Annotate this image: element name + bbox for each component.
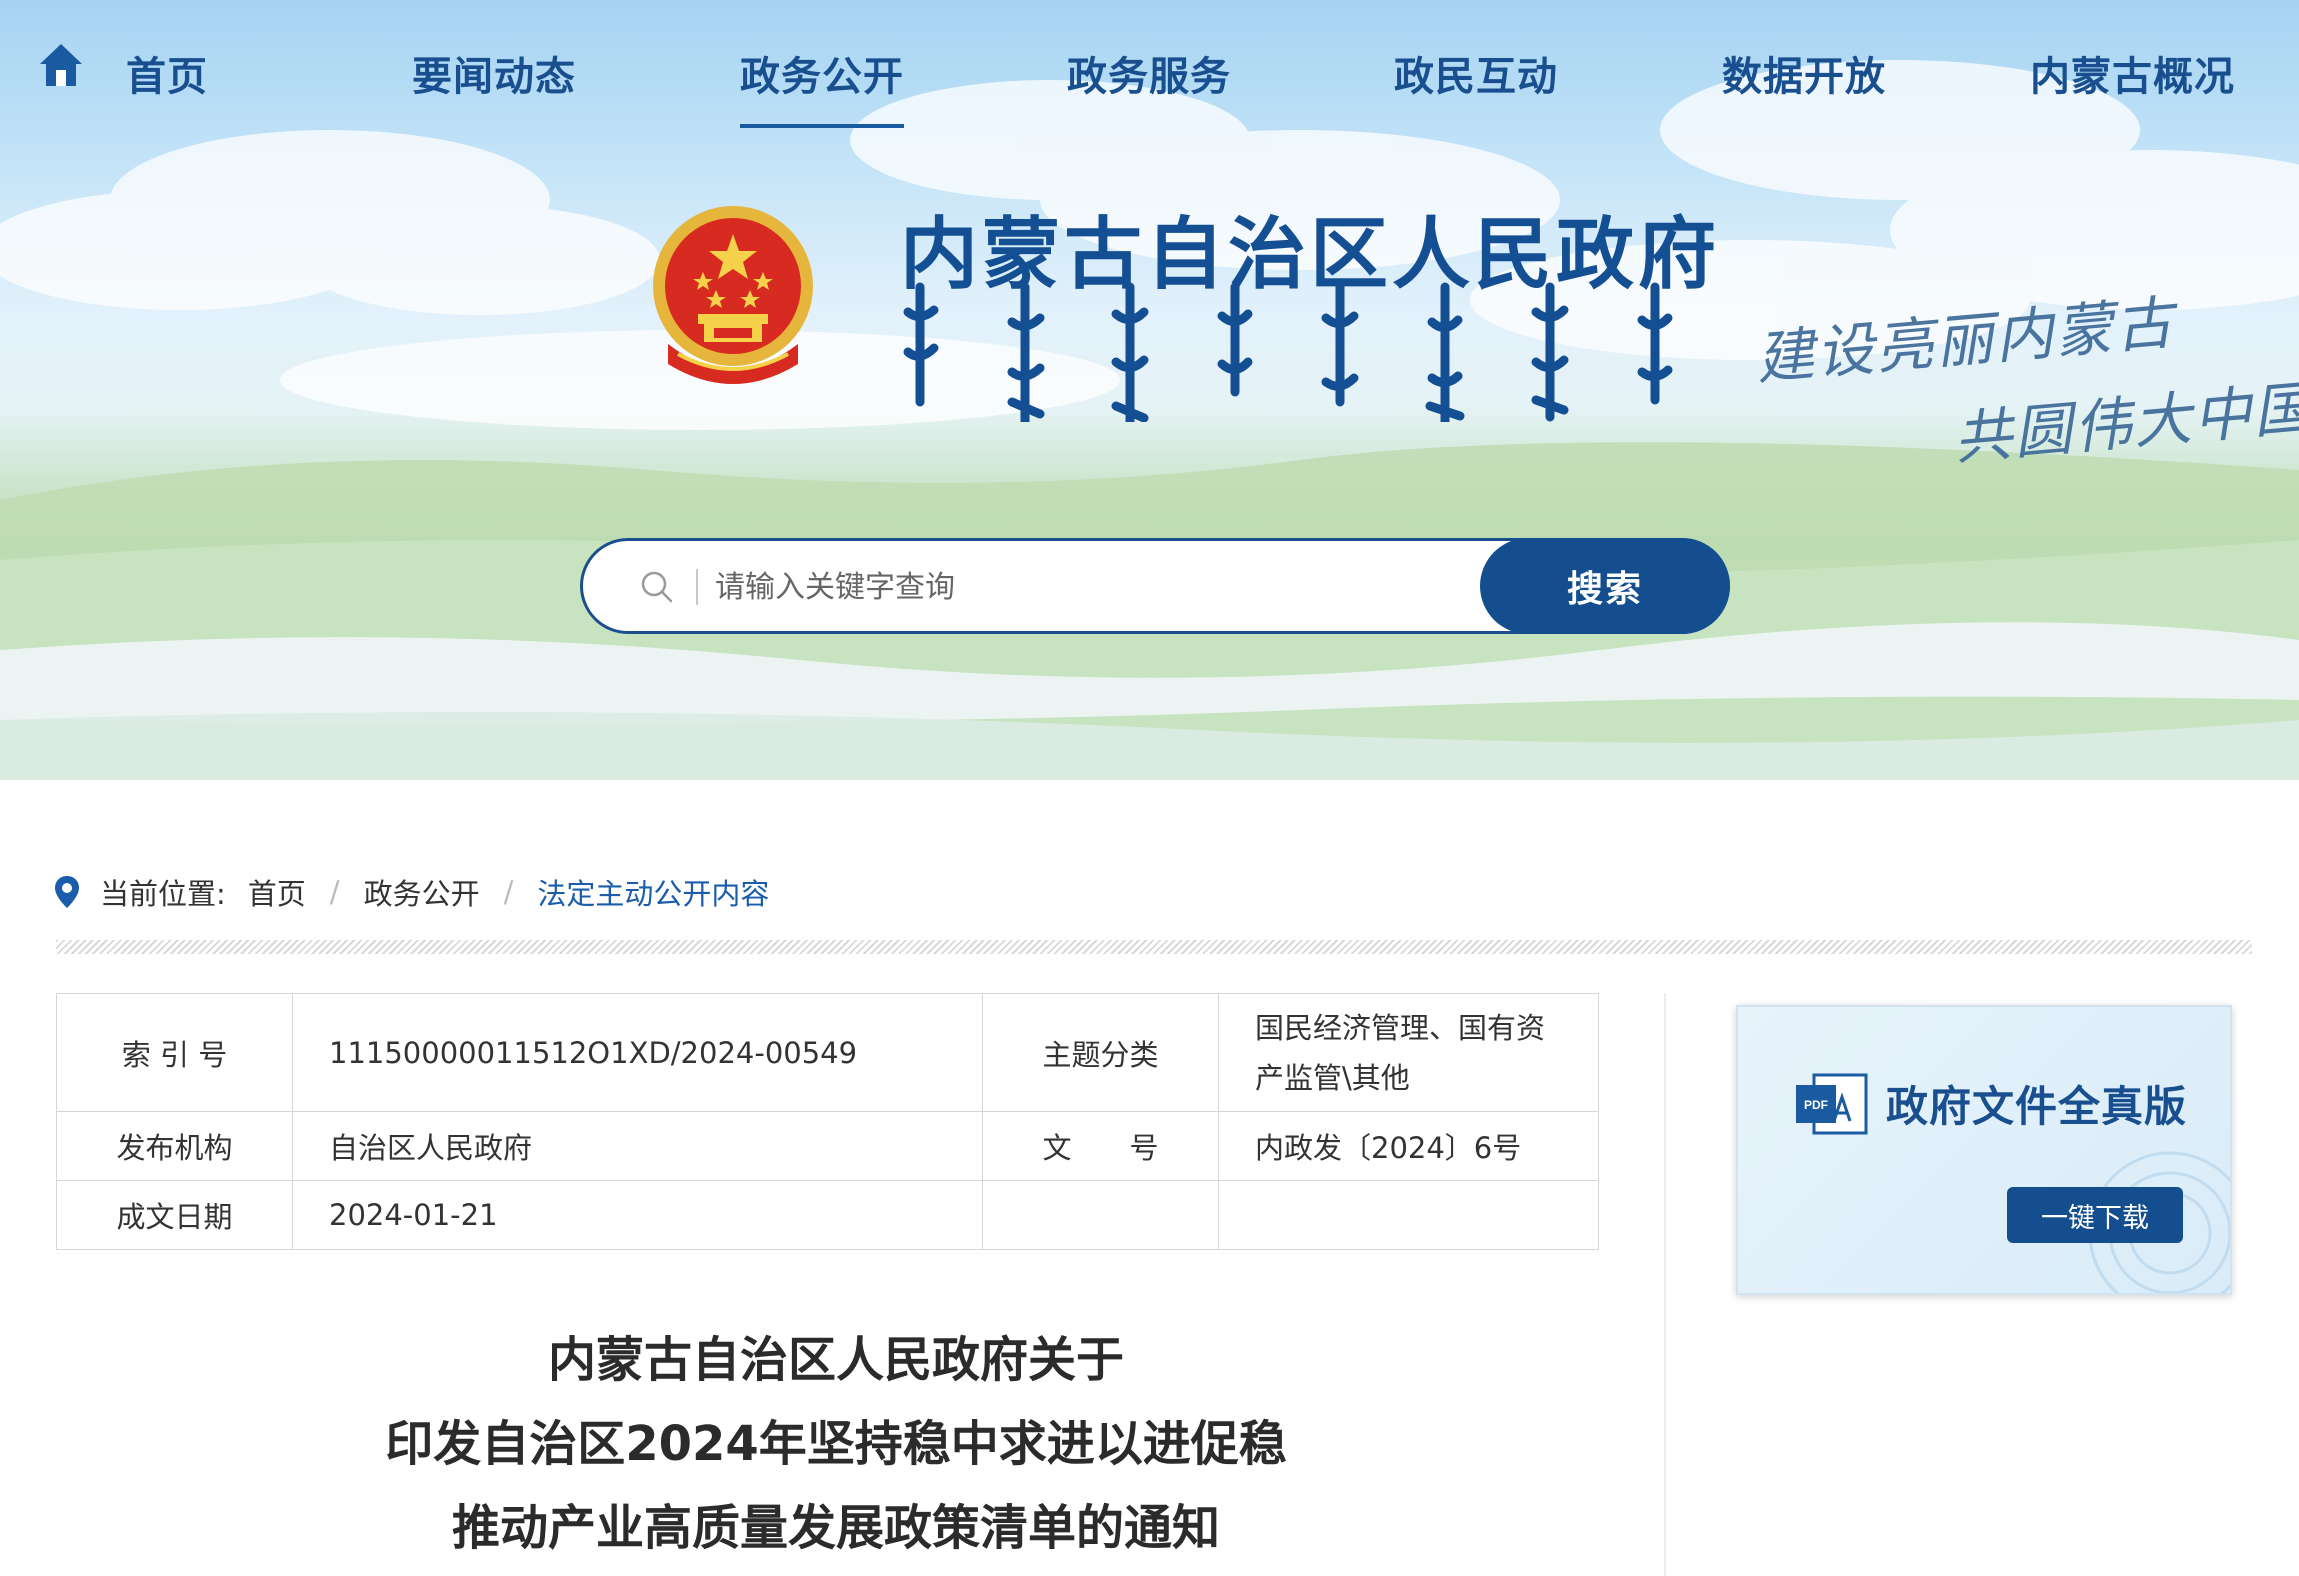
national-emblem-icon	[653, 206, 813, 384]
nav-item-gov-affairs[interactable]: 政务公开	[740, 44, 904, 134]
search-separator	[696, 569, 698, 605]
document-metadata-table: 索 引 号 11150000011512O1XD/2024-00549 主题分类…	[56, 993, 1599, 1250]
breadcrumb-current[interactable]: 法定主动公开内容	[537, 871, 769, 913]
main-nav: 首页 要闻动态 政务公开 政务服务 政民互动 数据开放 内蒙古概况	[0, 44, 2299, 144]
pdf-icon-label: PDF	[1804, 1098, 1828, 1112]
meta-docno-label: 文 号	[982, 1111, 1219, 1181]
meta-index-value: 11150000011512O1XD/2024-00549	[292, 993, 983, 1112]
meta-index-label: 索 引 号	[56, 993, 293, 1112]
nav-item-home[interactable]: 首页	[126, 44, 208, 134]
nav-item-overview[interactable]: 内蒙古概况	[2030, 44, 2235, 134]
meta-date-value: 2024-01-21	[292, 1180, 983, 1250]
mongolian-script-title	[903, 282, 1673, 422]
meta-date-label: 成文日期	[56, 1180, 293, 1250]
nav-item-news[interactable]: 要闻动态	[412, 44, 576, 134]
breadcrumb-label: 当前位置:	[100, 877, 226, 911]
header-banner: 首页 要闻动态 政务公开 政务服务 政民互动 数据开放 内蒙古概况 内蒙古自治区…	[0, 0, 2299, 780]
meta-publisher-label: 发布机构	[56, 1111, 293, 1181]
column-divider	[1664, 993, 1666, 1576]
nav-item-interaction[interactable]: 政民互动	[1394, 44, 1558, 134]
meta-topic-value-line1: 国民经济管理、国有资	[1255, 1010, 1546, 1045]
breadcrumb-gov-affairs[interactable]: 政务公开	[364, 871, 480, 913]
search-button[interactable]: 搜索	[1480, 538, 1730, 634]
hatched-divider	[56, 940, 2252, 954]
table-row: 索 引 号 11150000011512O1XD/2024-00549 主题分类…	[56, 993, 1599, 1112]
search-icon	[641, 571, 673, 603]
nav-item-gov-services[interactable]: 政务服务	[1067, 44, 1231, 134]
download-button[interactable]: 一键下载	[2007, 1187, 2183, 1243]
nav-item-open-data[interactable]: 数据开放	[1722, 44, 1886, 134]
meta-empty-cell	[982, 1180, 1219, 1250]
pdf-icon: PDF	[1796, 1073, 1868, 1135]
document-title-line-2: 印发自治区2024年坚持稳中求进以进促稳	[385, 1416, 1287, 1472]
document-title: 内蒙古自治区人民政府关于 印发自治区2024年坚持稳中求进以进促稳 推动产业高质…	[56, 1318, 1616, 1570]
breadcrumb-separator: /	[503, 875, 514, 909]
breadcrumb-home[interactable]: 首页	[248, 871, 306, 913]
meta-topic-value: 国民经济管理、国有资 产监管\其他	[1218, 993, 1599, 1112]
document-title-line-3: 推动产业高质量发展政策清单的通知	[451, 1500, 1220, 1556]
document-title-line-1: 内蒙古自治区人民政府关于	[547, 1332, 1124, 1388]
search-input[interactable]	[713, 555, 1417, 619]
table-row: 成文日期 2024-01-21	[56, 1180, 1599, 1250]
meta-publisher-value: 自治区人民政府	[292, 1111, 983, 1181]
meta-topic-value-line2: 产监管\其他	[1255, 1060, 1410, 1095]
search-bar: 搜索	[580, 538, 1730, 634]
home-icon[interactable]	[36, 40, 86, 90]
meta-topic-label: 主题分类	[982, 993, 1219, 1112]
pdf-download-card: PDF 政府文件全真版 一键下载	[1736, 1005, 2232, 1295]
meta-empty-cell	[1218, 1180, 1599, 1250]
meta-docno-value: 内政发〔2024〕6号	[1218, 1111, 1599, 1181]
breadcrumb: 当前位置: 首页 / 政务公开 / 法定主动公开内容	[54, 868, 769, 916]
breadcrumb-separator: /	[329, 875, 340, 909]
table-row: 发布机构 自治区人民政府 文 号 内政发〔2024〕6号	[56, 1111, 1599, 1181]
location-pin-icon	[55, 876, 79, 908]
pdf-card-title: 政府文件全真版	[1886, 1082, 2188, 1131]
